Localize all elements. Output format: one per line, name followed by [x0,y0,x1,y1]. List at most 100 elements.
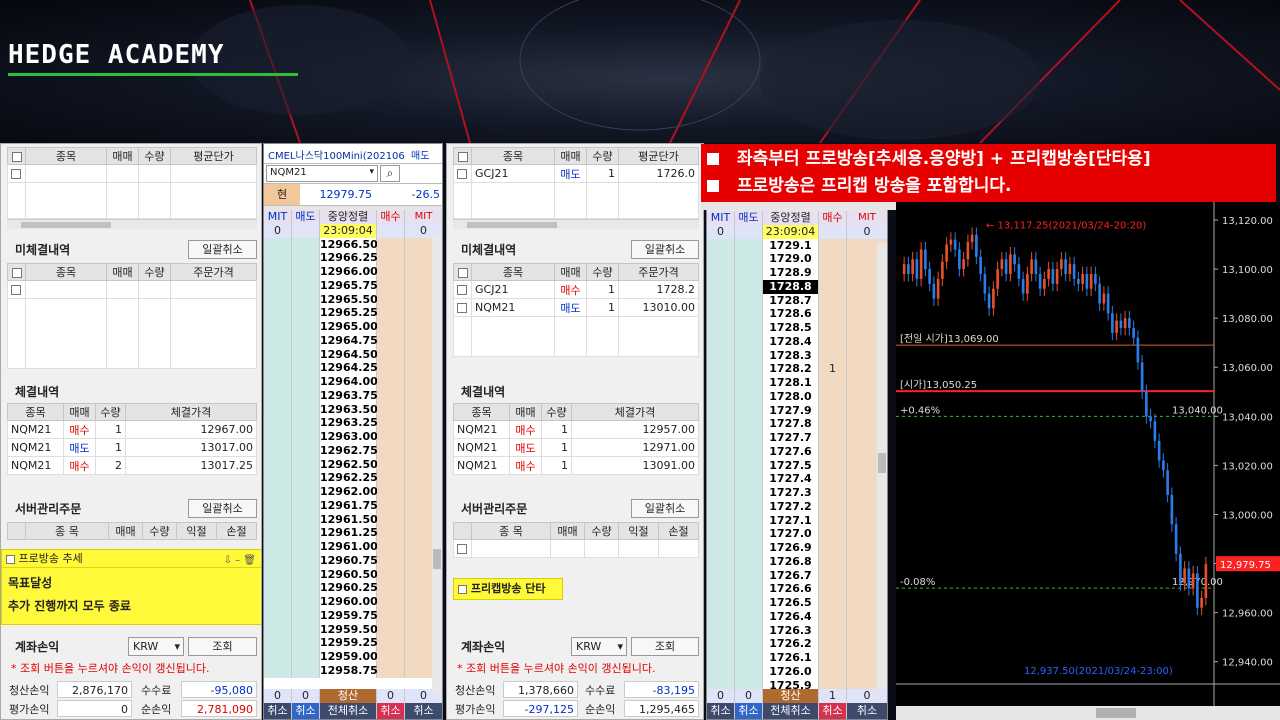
ladder-row[interactable]: 1726.8 [707,554,887,569]
buy-cell[interactable] [377,251,405,265]
col-symbol[interactable]: 종목 [25,263,107,281]
sell-cell[interactable] [735,513,763,528]
ladder-row[interactable]: 12965.50 [264,292,442,307]
ladder-row[interactable]: 12966.50 [264,237,442,252]
sell-cell[interactable] [292,622,320,637]
mit-sell-cell[interactable] [264,526,292,540]
sell-cell[interactable] [292,443,320,458]
sell-cell[interactable] [292,540,320,554]
mit-sell-cell[interactable] [707,568,735,583]
mit-sell-cell[interactable] [707,444,735,459]
sell-cell[interactable] [735,266,763,280]
buy-cell[interactable] [819,389,847,404]
row-checkbox[interactable] [11,285,21,295]
mit-sell-cell[interactable] [707,513,735,528]
buy-cell[interactable] [377,650,405,664]
unfilled-cancel-all-button[interactable]: 일괄취소 [188,240,257,259]
ladder-row[interactable]: 1728.8 [707,279,887,294]
ladder-row[interactable]: 12966.25 [264,251,442,265]
ladder-row[interactable]: 12961.50 [264,512,442,527]
mit-sell-cell[interactable] [264,278,292,293]
select-all-checkbox[interactable] [11,151,22,162]
sell-cell[interactable] [735,458,763,473]
col-side[interactable]: 매매 [63,403,96,421]
mit-sell-cell[interactable] [264,471,292,485]
ladder-row[interactable]: 1726.2 [707,637,887,651]
ladder-row[interactable]: 12963.00 [264,430,442,444]
product-name[interactable]: CMEL나스닥100Mini(202106 [264,144,409,163]
sell-cell[interactable] [735,486,763,500]
buy-cell[interactable] [819,541,847,555]
row-checkbox[interactable] [457,169,467,179]
unfilled-cancel-all-button[interactable]: 일괄취소 [631,240,699,259]
buy-cell[interactable] [819,444,847,459]
ladder-row[interactable]: 1728.3 [707,348,887,363]
mit-sell-cell[interactable] [264,457,292,472]
mit-sell-cell[interactable] [707,664,735,679]
ladder-row[interactable]: 1726.6 [707,582,887,596]
buy-cell[interactable] [377,567,405,582]
sell-cell[interactable] [735,279,763,294]
sell-cell[interactable] [735,472,763,486]
select-all-checkbox[interactable] [457,267,468,278]
buy-cell[interactable] [377,553,405,568]
col-order-price[interactable]: 주문가격 [170,263,257,281]
ladder-row[interactable]: 1727.9 [707,403,887,418]
mit-sell-cell[interactable] [264,430,292,444]
mit-sell-cell[interactable] [707,279,735,294]
table-row[interactable]: NQM21 매수 1 12967.00 [7,420,257,439]
ladder-row[interactable]: 1727.8 [707,417,887,431]
sell-cell[interactable] [292,237,320,252]
ladder-row[interactable]: 12961.00 [264,540,442,554]
select-all-checkbox[interactable] [457,151,468,162]
buy-cell[interactable] [819,417,847,431]
mit-sell-cell[interactable] [264,361,292,375]
sell-cell[interactable] [735,362,763,376]
buy-cell[interactable] [819,664,847,679]
mit-sell-cell[interactable] [264,292,292,307]
col-stop-loss[interactable]: 손절 [216,522,257,540]
col-avg-price[interactable]: 평균단가 [618,147,699,165]
buy-cell[interactable] [819,596,847,610]
mit-sell-cell[interactable] [707,362,735,376]
buy-cell[interactable] [819,403,847,418]
ladder-vscroll[interactable] [432,234,442,694]
mit-sell-cell[interactable] [707,334,735,349]
ladder-row[interactable]: 12962.25 [264,471,442,485]
mit-sell-cell[interactable] [707,348,735,363]
table-row[interactable]: GCJ21 매수 1 1728.2 [453,280,699,299]
ladder-row[interactable]: 1729.1 [707,238,887,253]
currency-select[interactable]: KRW ▾ [128,637,184,656]
buy-cell[interactable] [377,512,405,527]
col-qty[interactable]: 수량 [138,263,171,281]
col-qty[interactable]: 수량 [586,147,619,165]
cancel-buy-button[interactable]: 취소 [377,703,405,719]
sell-cell[interactable] [735,431,763,445]
col-center-align[interactable]: 중앙정렬 [320,210,377,224]
ladder-row[interactable]: 12959.00 [264,650,442,664]
sell-cell[interactable] [292,361,320,375]
mit-sell-cell[interactable] [707,266,735,280]
sell-cell[interactable] [735,348,763,363]
account-query-button[interactable]: 조회 [631,637,699,656]
col-order-price[interactable]: 주문가격 [618,263,699,281]
sell-cell[interactable] [292,567,320,582]
sell-cell[interactable] [735,596,763,610]
sell-cell[interactable] [292,663,320,678]
buy-cell[interactable] [819,637,847,651]
sell-cell[interactable] [292,430,320,444]
buy-cell[interactable] [819,293,847,308]
sell-cell[interactable] [735,321,763,335]
col-buy[interactable]: 매수 [377,210,405,224]
row-checkbox[interactable] [11,169,21,179]
mit-sell-cell[interactable] [264,567,292,582]
buy-cell[interactable]: 1 [819,362,847,376]
mit-sell-cell[interactable] [707,582,735,596]
col-symbol[interactable]: 종목 [471,263,555,281]
ladder-row[interactable]: 12962.75 [264,443,442,458]
symbol-select[interactable]: NQM21 ▾ [266,165,378,182]
mit-sell-cell[interactable] [707,486,735,500]
mit-sell-cell[interactable] [264,636,292,650]
buy-cell[interactable] [377,595,405,609]
mit-sell-cell[interactable] [707,376,735,390]
